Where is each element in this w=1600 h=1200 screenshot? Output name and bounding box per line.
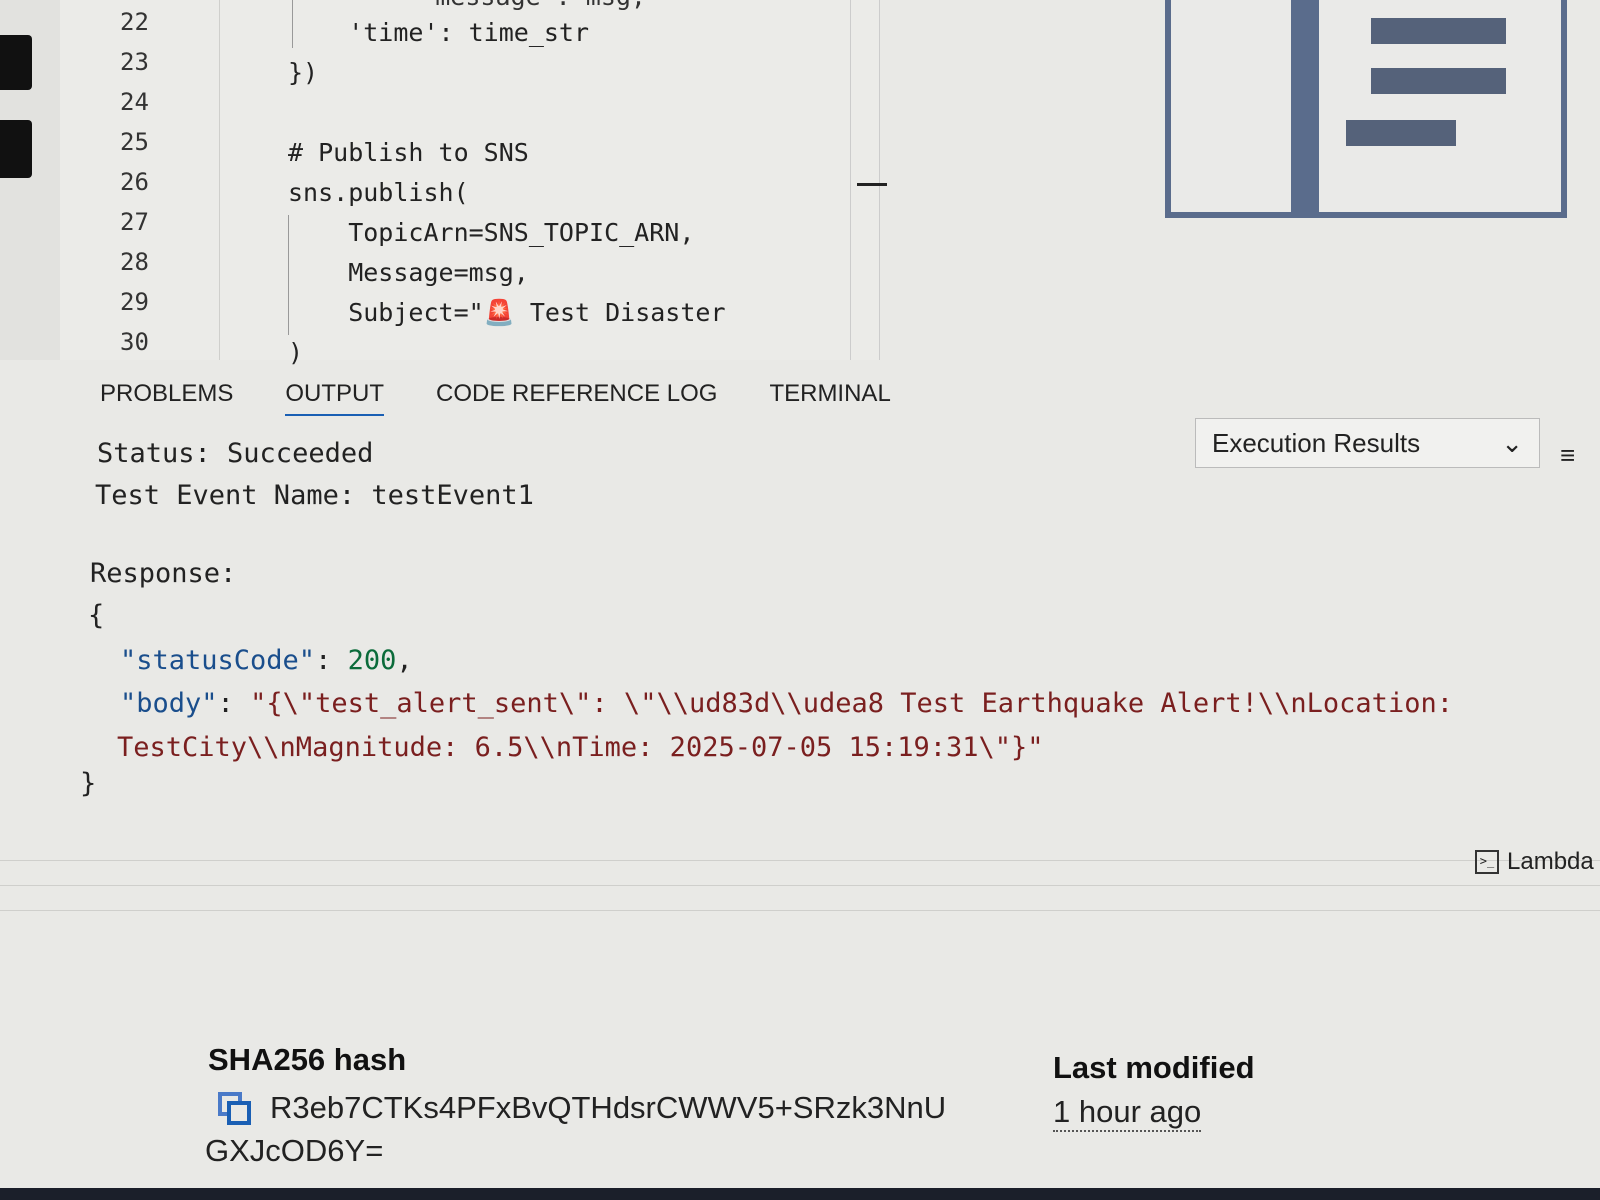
line-number: 27: [120, 208, 149, 236]
last-modified-label: Last modified: [1053, 1050, 1255, 1085]
code-line: # Publish to SNS: [288, 138, 529, 167]
copy-icon[interactable]: [218, 1092, 254, 1128]
code-line: ): [288, 338, 304, 367]
decorative-graphic: [1165, 0, 1567, 218]
test-event-text: Test Event Name: testEvent1: [95, 480, 534, 511]
body-line-cont: TestCity\\nMagnitude: 6.5\\nTime: 2025-0…: [117, 732, 1044, 763]
panel-tabs: PROBLEMS OUTPUT CODE REFERENCE LOG TERMI…: [100, 380, 891, 416]
word-wrap-icon[interactable]: ≡: [1560, 440, 1575, 471]
tab-output[interactable]: OUTPUT: [285, 380, 385, 416]
status-code-line: "statusCode": 200,: [120, 645, 413, 676]
tab-problems[interactable]: PROBLEMS: [100, 380, 233, 416]
indent-guide: [292, 0, 293, 48]
chevron-down-icon: ⌄: [1501, 427, 1523, 458]
sha-label: SHA256 hash: [208, 1042, 407, 1077]
status-text: Status: Succeeded: [97, 438, 374, 469]
code-line: Subject="🚨 Test Disaster: [288, 298, 726, 327]
open-brace: {: [88, 600, 105, 631]
activity-icon[interactable]: [0, 35, 32, 90]
line-number: 29: [120, 288, 149, 316]
code-line: sns.publish(: [288, 178, 469, 207]
line-number: 26: [120, 168, 149, 196]
scroll-thumb[interactable]: [857, 183, 887, 186]
response-label: Response:: [90, 558, 237, 589]
line-number: 24: [120, 88, 149, 116]
sha-value-cont: GXJcOD6Y=: [205, 1133, 384, 1168]
code-line: 'time': time_str: [288, 18, 590, 47]
tab-terminal[interactable]: TERMINAL: [769, 380, 890, 416]
body-line: "body": "{\"test_alert_sent\": \"\\ud83d…: [120, 688, 1453, 719]
close-brace: }: [80, 768, 97, 799]
activity-bar: [0, 0, 60, 360]
lambda-badge[interactable]: >_ Lambda: [1475, 848, 1594, 876]
divider: [0, 885, 1600, 886]
indent-guide: [288, 215, 289, 335]
last-modified-value[interactable]: 1 hour ago: [1053, 1094, 1202, 1132]
code-line: TopicArn=SNS_TOPIC_ARN,: [288, 218, 695, 247]
divider: [0, 860, 1600, 861]
taskbar: [0, 1188, 1600, 1200]
line-number: 30: [120, 328, 149, 356]
output-channel-value: Execution Results: [1212, 427, 1421, 458]
lambda-label: Lambda: [1507, 848, 1594, 875]
line-number: 23: [120, 48, 149, 76]
code-editor[interactable]: 'message': msg, 22 'time': time_str 23}) 2…: [60, 0, 887, 367]
editor-scrollbar[interactable]: [850, 0, 887, 360]
line-number: 25: [120, 128, 149, 156]
line-number: 28: [120, 248, 149, 276]
terminal-icon: >_: [1475, 850, 1499, 874]
line-number: 22: [120, 8, 149, 36]
tab-code-reference-log[interactable]: CODE REFERENCE LOG: [436, 380, 717, 416]
code-line: Message=msg,: [288, 258, 529, 287]
divider: [0, 910, 1600, 911]
activity-icon[interactable]: [0, 120, 32, 178]
output-channel-select[interactable]: Execution Results ⌄: [1195, 418, 1540, 468]
sha-value: R3eb7CTKs4PFxBvQTHdsrCWWV5+SRzk3NnU: [270, 1090, 947, 1125]
code-line-partial: 'message': msg,: [360, 0, 646, 11]
code-line: }): [288, 58, 319, 87]
